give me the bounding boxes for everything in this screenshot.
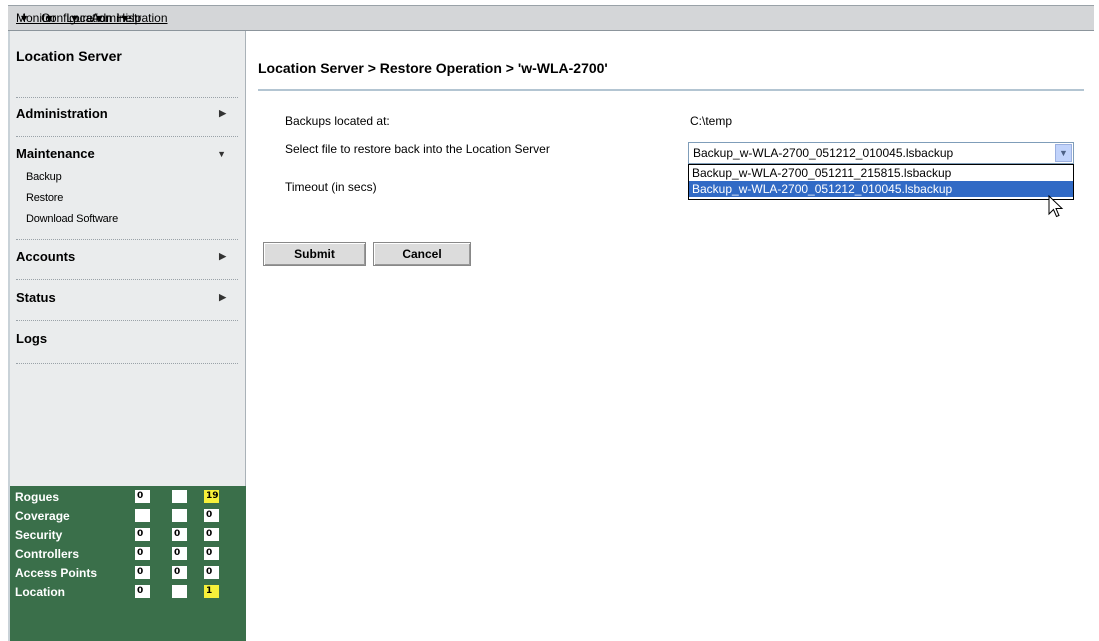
sidebar-title: Location Server (16, 48, 122, 64)
backups-location-value: C:\temp (690, 114, 733, 128)
summary-cell-minor[interactable]: 1 (204, 585, 219, 598)
backups-location-label: Backups located at: (285, 114, 390, 128)
summary-label[interactable]: Coverage (15, 509, 70, 523)
summary-cell-critical[interactable]: 0 (135, 566, 150, 579)
summary-cell-critical[interactable]: 0 (135, 547, 150, 560)
chevron-down-icon[interactable]: ▼ (1055, 144, 1072, 162)
summary-cell-major (172, 585, 187, 598)
chevron-right-icon: ▶ (219, 292, 226, 302)
sidebar-item-label: Administration (16, 106, 108, 121)
sidebar-item-label: Status (16, 290, 56, 305)
alarm-summary-panel: Rogues 0 19 Coverage 0 Security 0 0 0 Co… (10, 486, 246, 641)
restore-file-select[interactable]: Backup_w-WLA-2700_051212_010045.lsbackup… (688, 142, 1074, 164)
summary-label[interactable]: Location (15, 585, 65, 599)
summary-row-rogues: Rogues 0 19 (10, 489, 246, 505)
chevron-right-icon: ▶ (219, 251, 226, 261)
timeout-label: Timeout (in secs) (285, 180, 377, 194)
menu-location[interactable]: Location ▼ (66, 11, 111, 25)
divider (16, 136, 238, 137)
summary-label[interactable]: Rogues (15, 490, 59, 504)
submit-button[interactable]: Submit (263, 242, 366, 266)
summary-cell-minor[interactable]: 0 (204, 509, 219, 522)
menu-configure[interactable]: Configure ▼ (41, 11, 93, 25)
summary-cell-critical[interactable]: 0 (135, 528, 150, 541)
divider (16, 239, 238, 240)
menu-administration[interactable]: Administration ▼ (91, 11, 167, 25)
summary-cell-critical[interactable]: 0 (135, 585, 150, 598)
summary-label[interactable]: Access Points (15, 566, 97, 580)
menu-monitor[interactable]: Monitor ▼ (16, 11, 56, 25)
sidebar-link-restore[interactable]: Restore (26, 192, 63, 204)
divider (16, 97, 238, 98)
summary-cell-major (172, 490, 187, 503)
summary-label[interactable]: Security (15, 528, 62, 542)
sidebar-link-backup[interactable]: Backup (26, 171, 62, 183)
dropdown-option-selected[interactable]: Backup_w-WLA-2700_051212_010045.lsbackup (689, 181, 1073, 197)
summary-cell-major (172, 509, 187, 522)
summary-cell-minor[interactable]: 19 (204, 490, 219, 503)
summary-row-controllers: Controllers 0 0 0 (10, 546, 246, 562)
sidebar-item-label: Maintenance (16, 146, 95, 161)
divider (16, 279, 238, 280)
sidebar-item-maintenance[interactable]: Maintenance ▼ (16, 146, 226, 161)
dropdown-option[interactable]: Backup_w-WLA-2700_051211_215815.lsbackup (689, 165, 1073, 181)
select-current-value: Backup_w-WLA-2700_051212_010045.lsbackup (693, 146, 954, 160)
restore-file-label: Select file to restore back into the Loc… (285, 142, 550, 156)
sidebar-item-administration[interactable]: Administration ▶ (16, 106, 226, 121)
summary-cell-major[interactable]: 0 (172, 547, 187, 560)
chevron-right-icon: ▶ (219, 108, 226, 118)
divider (258, 89, 1084, 91)
summary-row-coverage: Coverage 0 (10, 508, 246, 524)
summary-cell-major[interactable]: 0 (172, 528, 187, 541)
cancel-button[interactable]: Cancel (373, 242, 471, 266)
chevron-down-icon: ▼ (217, 148, 226, 159)
summary-cell-critical (135, 509, 150, 522)
top-menu-bar: Monitor ▼ Configure ▼ Location ▼ Adminis… (8, 5, 1094, 31)
summary-cell-critical[interactable]: 0 (135, 490, 150, 503)
sidebar-link-download-software[interactable]: Download Software (26, 213, 118, 225)
mouse-pointer-icon (1048, 195, 1064, 218)
sidebar-item-accounts[interactable]: Accounts ▶ (16, 249, 226, 264)
summary-row-access-points: Access Points 0 0 0 (10, 565, 246, 581)
summary-cell-minor[interactable]: 0 (204, 528, 219, 541)
divider (16, 363, 238, 364)
summary-cell-major[interactable]: 0 (172, 566, 187, 579)
sidebar-item-label: Logs (16, 331, 48, 346)
summary-row-location: Location 0 1 (10, 584, 246, 600)
summary-label[interactable]: Controllers (15, 547, 79, 561)
menu-help[interactable]: Help ▼ (117, 11, 142, 25)
sidebar-item-label: Accounts (16, 249, 76, 264)
restore-file-dropdown: Backup_w-WLA-2700_051211_215815.lsbackup… (688, 164, 1074, 200)
menu-help-label: Help (116, 11, 142, 25)
page-title: Location Server > Restore Operation > 'w… (258, 60, 608, 76)
summary-row-security: Security 0 0 0 (10, 527, 246, 543)
summary-cell-minor[interactable]: 0 (204, 566, 219, 579)
sidebar-item-status[interactable]: Status ▶ (16, 290, 226, 305)
sidebar-item-logs[interactable]: Logs (16, 331, 226, 346)
summary-cell-minor[interactable]: 0 (204, 547, 219, 560)
divider (16, 320, 238, 321)
